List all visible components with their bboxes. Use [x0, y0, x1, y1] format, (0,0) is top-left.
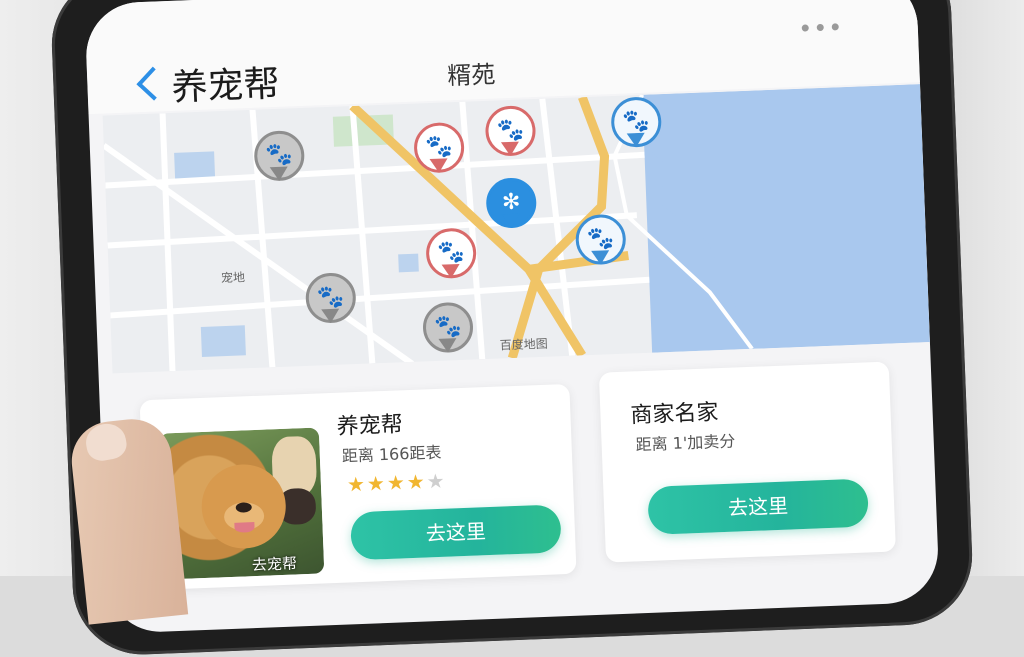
- more-dots-icon[interactable]: [801, 15, 852, 32]
- shop-name: 商家名家: [630, 400, 719, 429]
- rating-stars: ★★★★★: [346, 469, 447, 497]
- star-icon: ★: [426, 468, 448, 494]
- back-chevron-icon[interactable]: [136, 66, 171, 101]
- shop-name: 养宠帮: [336, 412, 404, 440]
- phone-frame: 养宠帮 糈苑 🐾 🐾 🐾 🐾 ✻ 🐾 🐾 🐾 🐾 宠地 百度地图 去宠帮 养宠帮…: [49, 0, 975, 657]
- phone-screen: 养宠帮 糈苑 🐾 🐾 🐾 🐾 ✻ 🐾 🐾 🐾 🐾 宠地 百度地图 去宠帮 养宠帮…: [84, 0, 940, 634]
- shop-card[interactable]: 商家名家 距离 1'加卖分 去这里: [598, 361, 896, 563]
- star-icon: ★: [366, 470, 388, 496]
- go-here-button[interactable]: 去这里: [647, 478, 869, 535]
- app-title: 养宠帮: [170, 63, 281, 109]
- shop-card[interactable]: 去宠帮 养宠帮 距离 166距表 ★★★★★ 去这里: [139, 383, 577, 591]
- map-place-label: 宠地: [220, 270, 246, 286]
- map-pin-paw-icon[interactable]: 🐾: [484, 104, 537, 167]
- star-icon: ★: [406, 469, 428, 495]
- star-icon: ★: [346, 471, 368, 497]
- map-pin-selected-icon[interactable]: ✻: [485, 177, 538, 239]
- map-pin-paw-icon[interactable]: 🐾: [574, 213, 627, 276]
- star-icon: ★: [386, 470, 408, 495]
- map-pin-paw-icon[interactable]: 🐾: [253, 129, 306, 192]
- shop-distance: 距离 166距表: [341, 442, 442, 466]
- page-title: 糈苑: [446, 60, 496, 91]
- map-pin-paw-icon[interactable]: 🐾: [304, 272, 357, 334]
- map-pin-paw-icon[interactable]: 🐾: [413, 121, 466, 184]
- map-pin-paw-icon[interactable]: 🐾: [610, 96, 663, 158]
- map-pin-paw-icon[interactable]: 🐾: [422, 301, 474, 364]
- shop-distance: 距离 1'加卖分: [635, 431, 736, 455]
- photo-caption: 去宠帮: [251, 554, 298, 575]
- map-view[interactable]: 🐾 🐾 🐾 🐾 ✻ 🐾 🐾 🐾 🐾 宠地 百度地图: [102, 84, 930, 374]
- go-here-button[interactable]: 去这里: [350, 504, 562, 561]
- dog-photo: 去宠帮: [158, 427, 325, 580]
- map-attribution: 百度地图: [499, 336, 548, 353]
- map-pin-paw-icon[interactable]: 🐾: [425, 227, 478, 289]
